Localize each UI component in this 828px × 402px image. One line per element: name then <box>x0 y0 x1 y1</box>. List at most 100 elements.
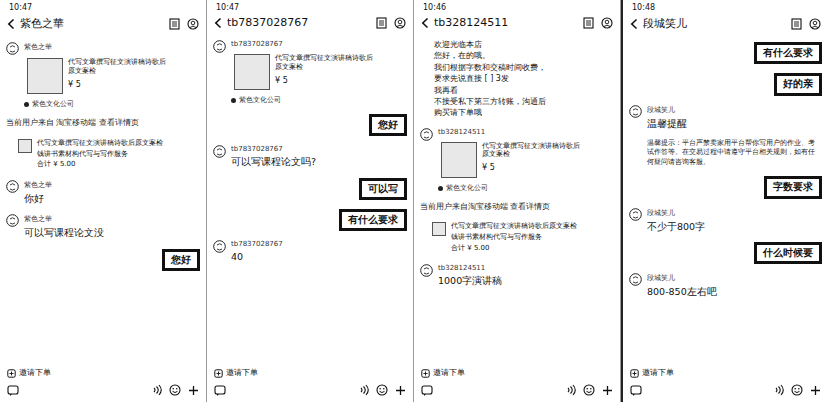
chat-header: tb328124511 <box>414 13 620 34</box>
product-image <box>441 142 477 178</box>
back-icon[interactable] <box>7 18 15 30</box>
message-bubble: 您好 <box>369 114 407 136</box>
voice-icon[interactable] <box>773 384 784 396</box>
message-content: tb7837028767可以写课程论文吗? <box>231 145 316 168</box>
product-content: 紫色之華代写文章撰写征文演讲稿诗歌后原文案检¥ 5紫色文化公司 <box>24 42 170 109</box>
emoji-icon[interactable] <box>791 384 803 396</box>
shop-row: 紫色文化公司 <box>438 184 584 193</box>
message-content: 紫色之華你好 <box>24 180 52 205</box>
avatar-icon[interactable] <box>629 105 642 118</box>
sender-name: tb7837028767 <box>231 145 316 153</box>
status-time: 10:46 <box>414 0 620 13</box>
message-content: 段城笑儿不少于800字 <box>647 208 705 233</box>
product-message: tb7837028767代写文章撰写征文演讲稿诗歌后原文案检¥ 5紫色文化公司 <box>213 40 407 105</box>
product-card[interactable]: 代写文章撰写征文演讲稿诗歌后原文案检¥ 5 <box>231 51 377 93</box>
order-card[interactable]: 代写文章撰写征文演讲稿诗歌后原文案检钱讲书素材构代写与写作服务合计 ¥ 5.00 <box>420 220 614 254</box>
message-text: 你好 <box>24 193 52 205</box>
product-info: 代写文章撰写征文演讲稿诗歌后原文案检¥ 5 <box>482 142 581 178</box>
invite-icon[interactable] <box>7 369 16 378</box>
chat-title: 紫色之華 <box>20 16 164 31</box>
avatar-icon[interactable] <box>6 42 19 55</box>
product-content: tb328124511代写文章撰写征文演讲稿诗歌后原文案检¥ 5紫色文化公司 <box>438 128 584 193</box>
incoming-message: 紫色之華可以写课程论文没 <box>6 214 200 239</box>
message-text: 不少于800字 <box>647 221 705 233</box>
sender-name: tb7837028767 <box>231 240 283 248</box>
order-list-icon[interactable] <box>791 18 802 30</box>
back-icon[interactable] <box>630 18 638 30</box>
welcome-line: 我再看 <box>434 86 614 96</box>
order-list-icon[interactable] <box>376 17 387 29</box>
avatar-icon[interactable] <box>213 240 226 253</box>
message-icon[interactable] <box>7 385 19 396</box>
message-icon[interactable] <box>214 385 226 396</box>
incoming-message: 紫色之華你好 <box>6 180 200 205</box>
product-card[interactable]: 代写文章撰写征文演讲稿诗歌后原文案检¥ 5 <box>24 55 170 97</box>
message-text: 温馨提醒 <box>647 118 687 130</box>
message-content: tb3281245111000字演讲稿 <box>438 264 502 287</box>
welcome-message: 欢迎光临本店您好，在的哦。我们根据字数和交稿时间收费，要求先说直接 [ ] 3发… <box>420 40 614 119</box>
invite-order[interactable]: 邀请下单 <box>623 366 828 380</box>
avatar-icon[interactable] <box>6 214 19 227</box>
profile-icon[interactable] <box>187 18 199 30</box>
order-line: 钱讲书素材构代写与写作服务 <box>37 150 163 159</box>
order-image <box>18 139 32 153</box>
avatar-icon[interactable] <box>213 40 226 53</box>
profile-icon[interactable] <box>809 18 821 30</box>
avatar-icon[interactable] <box>420 264 433 277</box>
welcome-line: 不接受私下第三方转账，沟通后 <box>434 97 614 107</box>
outgoing-message: 字数要求 <box>629 176 822 198</box>
invite-icon[interactable] <box>214 369 223 378</box>
shop-name: 紫色文化公司 <box>239 96 281 105</box>
plus-icon[interactable] <box>602 385 613 396</box>
back-icon[interactable] <box>421 17 429 29</box>
invite-order[interactable]: 邀请下单 <box>414 366 620 380</box>
message-bubble: 有什么要求 <box>339 209 407 231</box>
shop-name: 紫色文化公司 <box>446 184 488 193</box>
avatar-icon[interactable] <box>629 208 642 221</box>
plus-icon[interactable] <box>395 385 406 396</box>
voice-icon[interactable] <box>358 384 369 396</box>
profile-icon[interactable] <box>601 17 613 29</box>
invite-order[interactable]: 邀请下单 <box>0 366 206 380</box>
order-list-icon[interactable] <box>583 17 594 29</box>
back-icon[interactable] <box>214 17 222 29</box>
order-line: 代写文章撰写征文演讲稿诗歌后原文案检 <box>451 222 577 231</box>
message-content: 段城笑儿温馨提醒 <box>647 105 687 130</box>
invite-label: 邀请下单 <box>642 368 674 378</box>
message-list: tb7837028767 代写文章撰写征文演讲稿诗歌后原文案检¥ 5 紫色文化公司您… <box>207 34 413 366</box>
invite-icon[interactable] <box>630 369 639 378</box>
incoming-message: 段城笑儿800-850左右吧 <box>629 273 822 298</box>
product-info: 代写文章撰写征文演讲稿诗歌后原文案检¥ 5 <box>68 58 167 94</box>
order-list-icon[interactable] <box>169 18 180 30</box>
plus-icon[interactable] <box>188 385 199 396</box>
voice-icon[interactable] <box>151 384 162 396</box>
voice-icon[interactable] <box>565 384 576 396</box>
avatar-icon[interactable] <box>213 145 226 158</box>
message-content: 段城笑儿800-850左右吧 <box>647 273 717 298</box>
profile-icon[interactable] <box>394 17 406 29</box>
emoji-icon[interactable] <box>376 384 388 396</box>
message-bubble: 什么时候要 <box>754 242 822 264</box>
avatar-icon[interactable] <box>629 273 642 286</box>
plus-icon[interactable] <box>810 385 821 396</box>
invite-icon[interactable] <box>421 369 430 378</box>
message-icon[interactable] <box>421 385 433 396</box>
message-icon[interactable] <box>630 385 642 396</box>
welcome-line: 您好，在的哦。 <box>434 51 614 61</box>
chat-screen: 10:46tb328124511 欢迎光临本店您好，在的哦。我们根据字数和交稿时间… <box>414 0 621 402</box>
sender-name: 段城笑儿 <box>647 273 717 283</box>
avatar-icon[interactable] <box>6 180 19 193</box>
order-card[interactable]: 代写文章撰写征文演讲稿诗歌后原文案检钱讲书素材构代写与写作服务合计 ¥ 5.00 <box>6 137 200 171</box>
product-message: tb328124511代写文章撰写征文演讲稿诗歌后原文案检¥ 5紫色文化公司 <box>420 128 614 193</box>
invite-order[interactable]: 邀请下单 <box>207 366 413 380</box>
product-title: 代写文章撰写征文演讲稿诗歌后原文案检 <box>68 58 167 76</box>
order-info: 代写文章撰写征文演讲稿诗歌后原文案检钱讲书素材构代写与写作服务合计 ¥ 5.00 <box>451 222 577 252</box>
emoji-icon[interactable] <box>583 384 595 396</box>
product-card[interactable]: 代写文章撰写征文演讲稿诗歌后原文案检¥ 5 <box>438 139 584 181</box>
incoming-message: 段城笑儿不少于800字 <box>629 208 822 233</box>
shop-name: 紫色文化公司 <box>32 100 74 109</box>
emoji-icon[interactable] <box>169 384 181 396</box>
avatar-icon[interactable] <box>420 128 433 141</box>
outgoing-message: 有什么要求 <box>629 42 822 64</box>
header-actions <box>376 17 406 29</box>
